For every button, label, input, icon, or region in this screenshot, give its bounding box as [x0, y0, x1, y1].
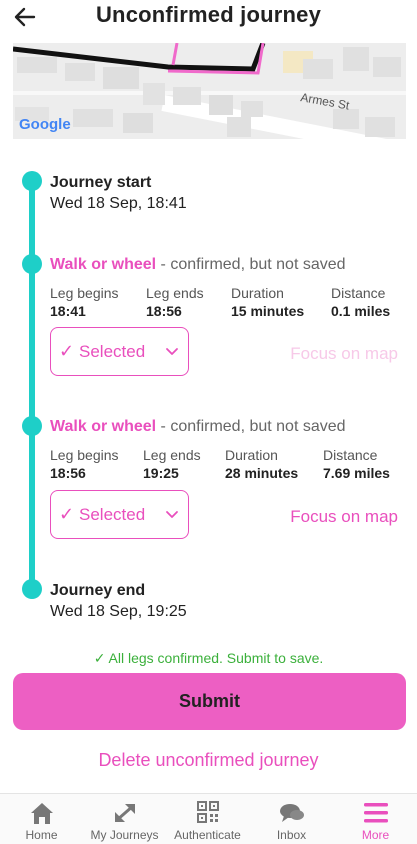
timeline-dot-start	[22, 171, 42, 191]
tab-more[interactable]: More	[334, 794, 417, 844]
timeline-dot-leg-1	[22, 254, 42, 274]
leg-1-ends-value: 18:56	[146, 303, 182, 319]
leg-2-begins-label: Leg begins	[50, 447, 119, 463]
tab-home-label: Home	[25, 828, 58, 842]
map-preview[interactable]: Armes St Google	[13, 43, 406, 139]
leg-1-begins-value: 18:41	[50, 303, 86, 319]
leg-1-distance-label: Distance	[331, 285, 386, 301]
tab-authenticate-label: Authenticate	[174, 828, 241, 842]
bottom-tab-bar: Home My Journeys Authenticate Inbox More	[0, 793, 417, 844]
leg-2-ends-label: Leg ends	[143, 447, 201, 463]
leg-1-ends-label: Leg ends	[146, 285, 204, 301]
tab-inbox[interactable]: Inbox	[250, 794, 333, 844]
chevron-down-icon	[166, 348, 178, 355]
leg-1-selected-dropdown[interactable]: ✓ Selected	[50, 327, 189, 376]
leg-2-focus-on-map[interactable]: Focus on map	[290, 507, 398, 527]
leg-2-selected-label: Selected	[79, 505, 146, 524]
journey-start-label: Journey start	[50, 174, 152, 191]
leg-2-duration-label: Duration	[225, 447, 278, 463]
header: Unconfirmed journey	[0, 0, 417, 34]
timeline-dot-end	[22, 579, 42, 599]
tab-more-label: More	[361, 828, 390, 842]
leg-2-title: Walk or wheel - confirmed, but not saved	[50, 418, 346, 436]
timeline-line	[29, 181, 35, 589]
leg-2-distance-value: 7.69 miles	[323, 465, 390, 481]
leg-2-ends-value: 19:25	[143, 465, 179, 481]
google-logo: Google	[19, 116, 71, 133]
qr-code-icon	[196, 801, 219, 823]
leg-2-duration-value: 28 minutes	[225, 465, 299, 481]
tab-my-journeys-label: My Journeys	[90, 828, 159, 842]
leg-1-title: Walk or wheel - confirmed, but not saved	[50, 256, 346, 274]
tab-authenticate[interactable]: Authenticate	[166, 794, 249, 844]
leg-2-distance-label: Distance	[323, 447, 378, 463]
leg-1-selected-label: Selected	[79, 342, 146, 361]
check-icon: ✓	[59, 504, 75, 524]
journey-end-label: Journey end	[50, 582, 146, 599]
timeline-dot-leg-2	[22, 416, 42, 436]
delete-journey-link[interactable]: Delete unconfirmed journey	[0, 750, 417, 771]
chevron-down-icon	[166, 511, 178, 518]
home-icon	[30, 803, 53, 824]
leg-1-focus-on-map[interactable]: Focus on map	[290, 344, 398, 364]
journey-start-time: Wed 18 Sep, 18:41	[50, 195, 187, 212]
check-icon: ✓	[59, 341, 75, 361]
expand-arrows-icon	[114, 804, 135, 822]
page-title: Unconfirmed journey	[95, 2, 322, 27]
leg-1-status: - confirmed, but not saved	[156, 256, 346, 273]
leg-1-duration-label: Duration	[231, 285, 284, 301]
leg-1-begins-label: Leg begins	[50, 285, 119, 301]
submit-button[interactable]: Submit	[13, 673, 406, 730]
leg-1-distance-value: 0.1 miles	[331, 303, 391, 319]
journey-end-time: Wed 18 Sep, 19:25	[50, 603, 187, 620]
leg-1-duration-value: 15 minutes	[231, 303, 305, 319]
tab-inbox-label: Inbox	[276, 828, 307, 842]
leg-1-mode[interactable]: Walk or wheel	[50, 256, 156, 273]
leg-2-selected-dropdown[interactable]: ✓ Selected	[50, 490, 189, 539]
leg-2-mode[interactable]: Walk or wheel	[50, 418, 156, 435]
chat-bubbles-icon	[279, 804, 304, 822]
tab-my-journeys[interactable]: My Journeys	[83, 794, 166, 844]
confirmation-message: ✓ All legs confirmed. Submit to save.	[93, 650, 324, 666]
tab-home[interactable]: Home	[0, 794, 83, 844]
leg-2-status: - confirmed, but not saved	[156, 418, 346, 435]
menu-icon	[363, 803, 388, 823]
leg-2-begins-value: 18:56	[50, 465, 86, 481]
